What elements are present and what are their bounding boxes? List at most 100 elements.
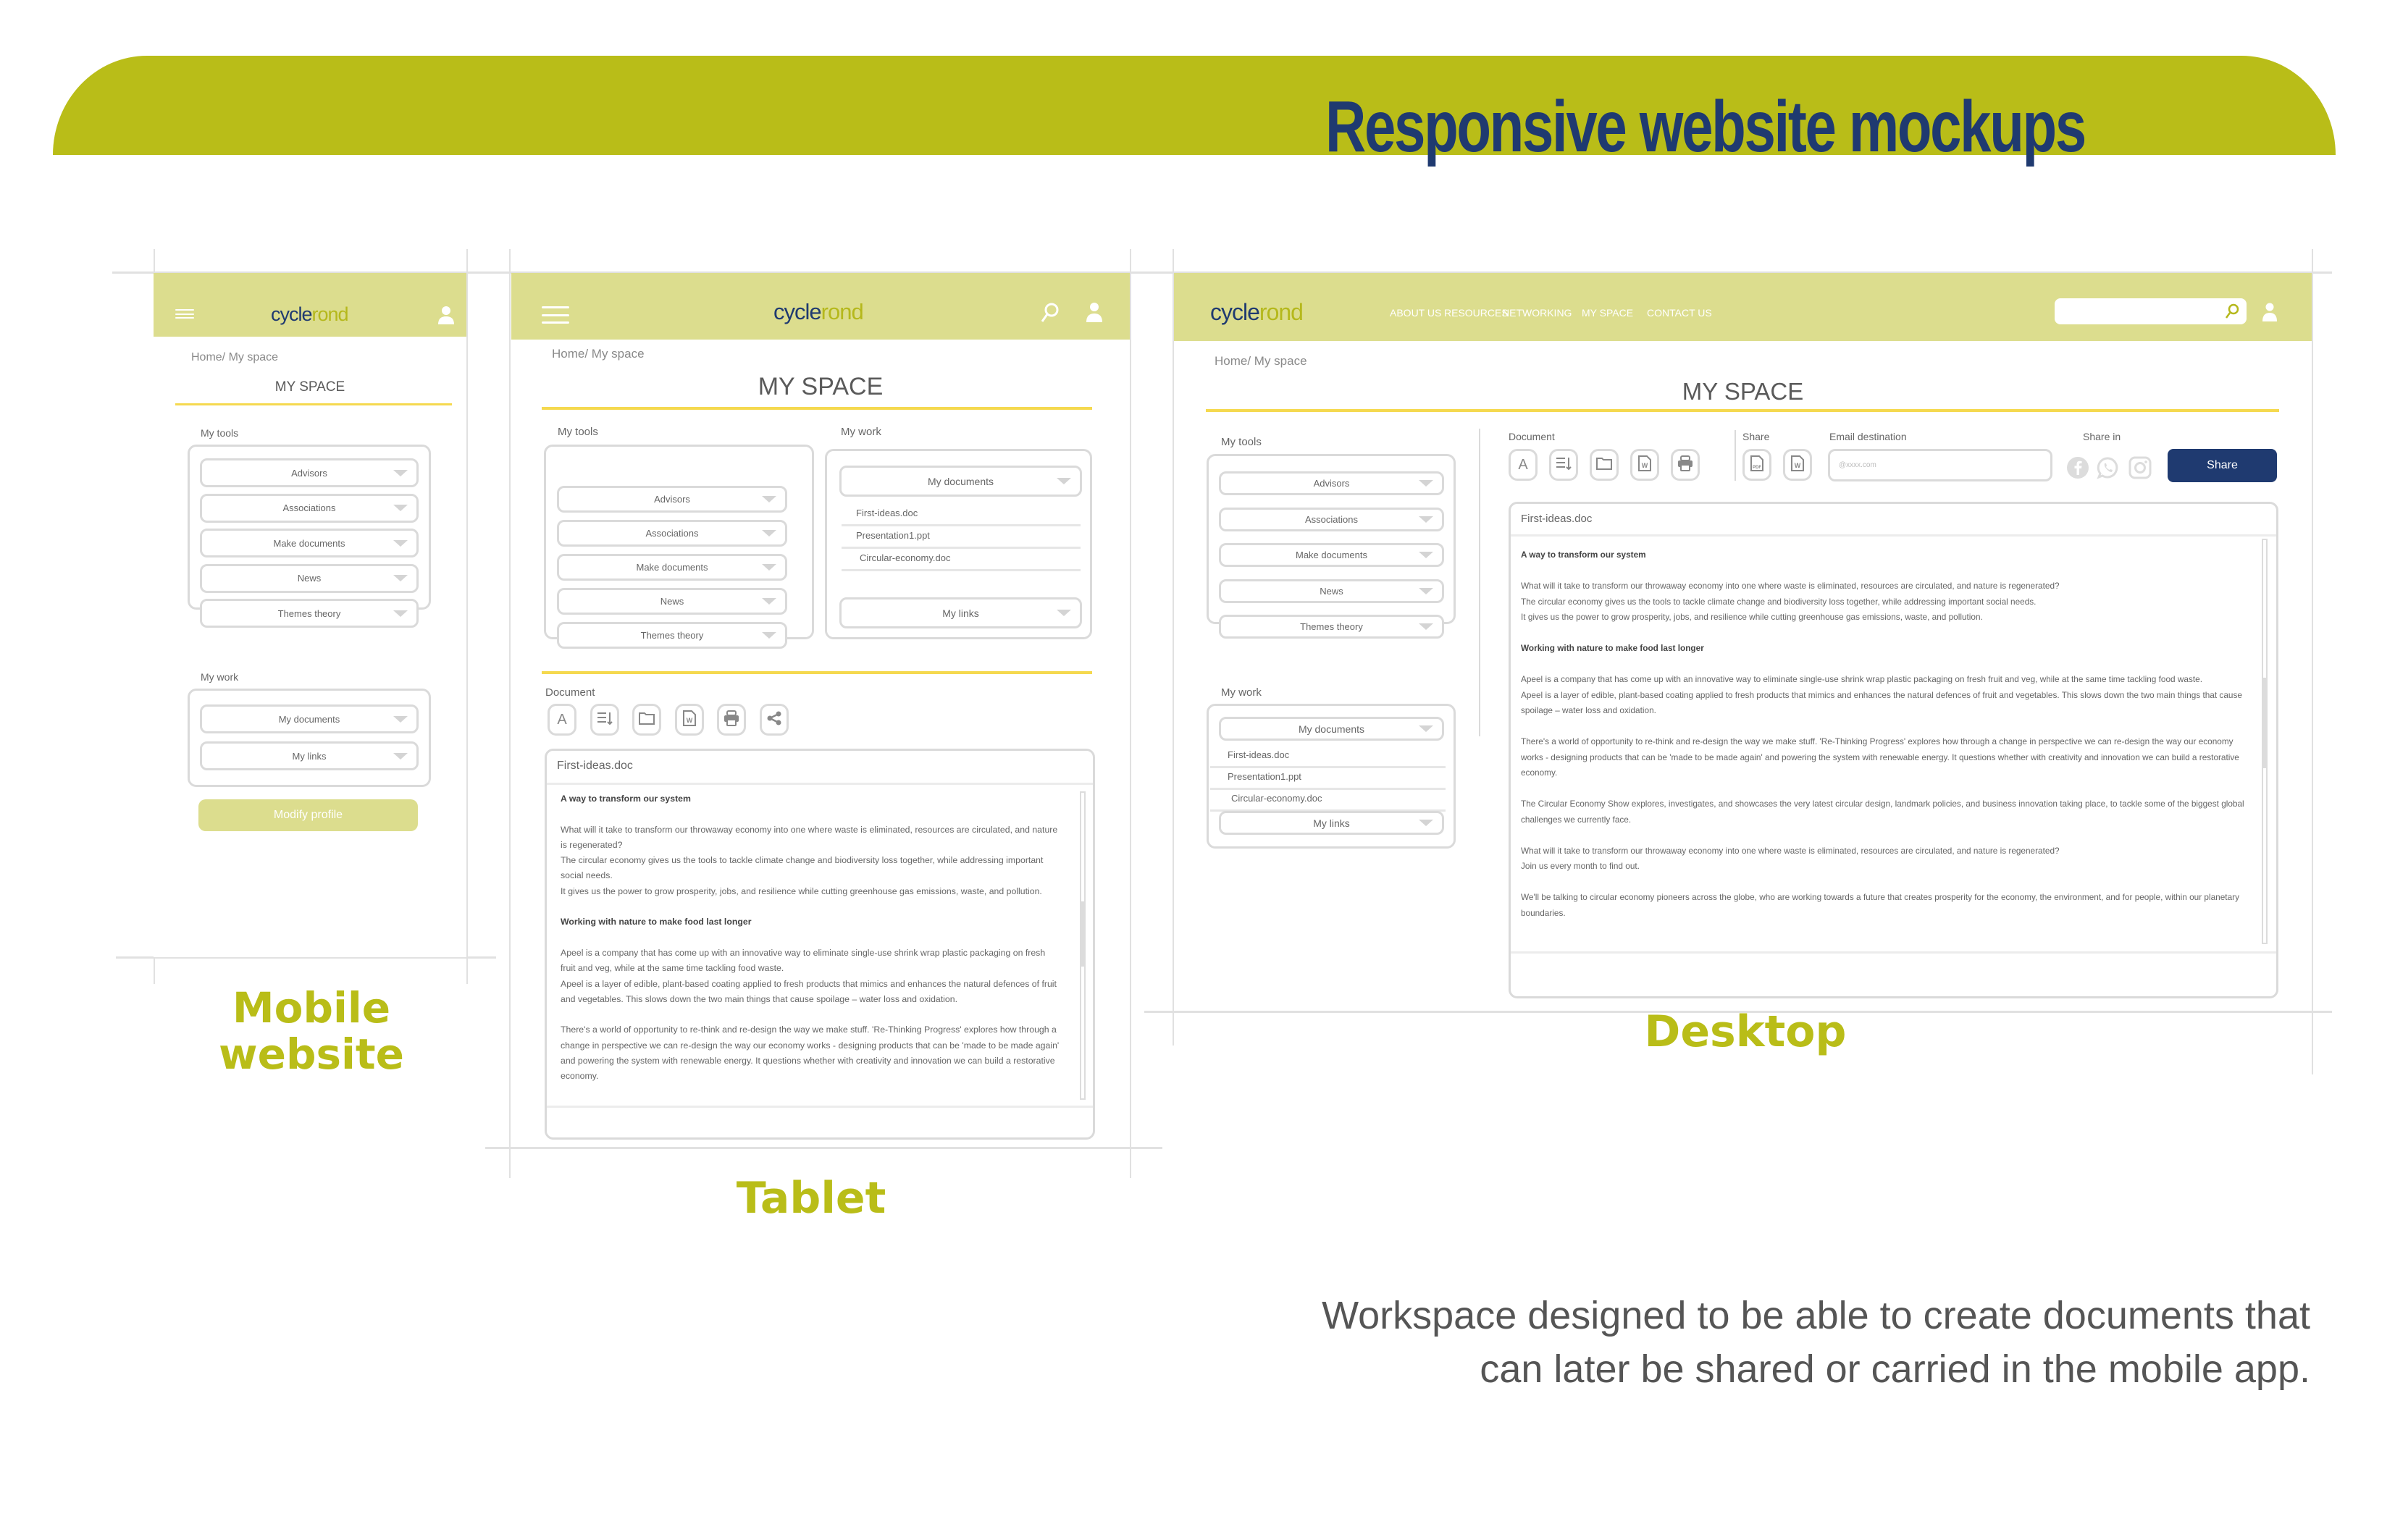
- editor-heading: Working with nature to make food last lo…: [561, 917, 752, 927]
- chevron-down-icon: [762, 530, 776, 537]
- tool-dropdown[interactable]: Themes theory: [557, 622, 787, 649]
- crop-mark: [509, 249, 511, 1178]
- tool-dropdown[interactable]: Make documents: [1219, 543, 1444, 567]
- dropdown-label: My documents: [1298, 723, 1365, 735]
- scrollbar-thumb[interactable]: [1081, 901, 1084, 967]
- document-list-item[interactable]: Presentation1.ppt: [842, 526, 1081, 549]
- nav-link-contact-us[interactable]: CONTACT US: [1647, 307, 1712, 319]
- dropdown-label: My links: [942, 607, 979, 619]
- chevron-down-icon: [1419, 587, 1433, 594]
- modify-profile-button[interactable]: Modify profile: [198, 799, 418, 831]
- chevron-down-icon: [393, 505, 408, 511]
- logo[interactable]: cyclerond: [1210, 299, 1304, 326]
- my-documents-dropdown[interactable]: My documents: [200, 704, 419, 733]
- nav-link-resources[interactable]: RESOURCES: [1444, 307, 1509, 319]
- tool-dropdown[interactable]: News: [1219, 578, 1444, 603]
- tool-dropdown[interactable]: Associations: [1219, 507, 1444, 531]
- instagram-icon[interactable]: [2128, 456, 2152, 479]
- title-underline: [1206, 409, 2279, 412]
- tool-dropdown[interactable]: Make documents: [557, 554, 787, 581]
- share-word-button[interactable]: W: [1783, 449, 1812, 481]
- logo[interactable]: cyclerond: [773, 299, 864, 325]
- document-list-item[interactable]: First-ideas.doc: [1210, 746, 1446, 768]
- document-list-item[interactable]: Circular-economy.doc: [842, 549, 1081, 571]
- dropdown-label: Themes theory: [277, 607, 341, 619]
- facebook-icon[interactable]: [2066, 456, 2089, 479]
- my-links-dropdown[interactable]: My links: [200, 741, 419, 770]
- editor-body[interactable]: A way to transform our system What will …: [561, 791, 1060, 1095]
- my-documents-dropdown[interactable]: My documents: [839, 466, 1082, 497]
- user-icon[interactable]: [1086, 302, 1103, 322]
- print-button[interactable]: [1671, 449, 1700, 481]
- editor-footer-divider: [547, 1106, 1093, 1108]
- tool-dropdown[interactable]: Advisors: [1219, 471, 1444, 495]
- nav-link-networking[interactable]: NETWORKING: [1502, 307, 1572, 319]
- document-list-item[interactable]: Circular-economy.doc: [1210, 790, 1446, 812]
- my-tools-label: My tools: [201, 427, 239, 439]
- user-icon[interactable]: [2262, 303, 2278, 321]
- document-editor[interactable]: First-ideas.doc A way to transform our s…: [1509, 502, 2278, 998]
- tool-dropdown[interactable]: Associations: [557, 520, 787, 547]
- document-list-item[interactable]: First-ideas.doc: [842, 504, 1081, 526]
- font-button[interactable]: A: [1509, 449, 1538, 481]
- whatsapp-icon[interactable]: [2097, 456, 2120, 479]
- nav-link-about-us[interactable]: ABOUT US: [1390, 307, 1441, 319]
- tool-dropdown[interactable]: Associations: [200, 493, 419, 523]
- my-links-dropdown[interactable]: My links: [1219, 811, 1444, 835]
- tool-dropdown[interactable]: Make documents: [200, 529, 419, 557]
- search-input[interactable]: [2055, 298, 2247, 324]
- desktop-navbar: cyclerond ABOUT US RESOURCES NETWORKING MY …: [1174, 273, 2312, 341]
- my-links-dropdown[interactable]: My links: [839, 597, 1082, 628]
- word-button[interactable]: W: [674, 704, 704, 736]
- tool-dropdown[interactable]: News: [200, 563, 419, 593]
- tool-dropdown[interactable]: Themes theory: [200, 599, 419, 628]
- sort-button[interactable]: [590, 704, 619, 736]
- font-icon: A: [1518, 456, 1528, 473]
- breadcrumb[interactable]: Home/ My space: [1215, 354, 1307, 369]
- share-pdf-button[interactable]: PDF: [1742, 449, 1771, 481]
- breadcrumb[interactable]: Home/ My space: [552, 347, 645, 361]
- svg-text:W: W: [1795, 462, 1801, 469]
- editor-filename: First-ideas.doc: [557, 760, 633, 772]
- share-button[interactable]: [759, 704, 789, 736]
- sort-button[interactable]: [1549, 449, 1578, 481]
- share-in-label: Share in: [2083, 431, 2121, 442]
- word-button[interactable]: W: [1630, 449, 1659, 481]
- editor-scrollbar[interactable]: [1080, 791, 1086, 1100]
- my-documents-dropdown[interactable]: My documents: [1219, 717, 1444, 741]
- tablet-document-editor[interactable]: First-ideas.doc A way to transform our s…: [545, 749, 1095, 1140]
- scrollbar-thumb[interactable]: [2263, 678, 2266, 768]
- share-button[interactable]: Share: [2168, 449, 2277, 482]
- hamburger-menu-icon[interactable]: [175, 309, 194, 319]
- nav-link-my-space[interactable]: MY SPACE: [1582, 307, 1633, 319]
- search-icon[interactable]: [2225, 303, 2239, 319]
- document-list-item[interactable]: Presentation1.ppt: [1210, 768, 1446, 790]
- folder-button[interactable]: [632, 704, 661, 736]
- dropdown-label: Themes theory: [1300, 621, 1363, 632]
- search-icon[interactable]: [1040, 302, 1060, 324]
- tool-dropdown[interactable]: Advisors: [200, 458, 419, 487]
- breadcrumb[interactable]: Home/ My space: [191, 351, 278, 364]
- chevron-down-icon: [762, 632, 776, 639]
- crop-mark: [485, 1147, 1162, 1149]
- editor-paragraph: The circular economy gives us the tools …: [561, 855, 1044, 881]
- desktop-label: Desktop: [1644, 1006, 1847, 1057]
- hamburger-menu-icon[interactable]: [542, 306, 569, 324]
- tool-dropdown[interactable]: Themes theory: [1219, 615, 1444, 639]
- font-button[interactable]: A: [548, 704, 576, 736]
- logo[interactable]: cyclerond: [271, 303, 349, 326]
- email-destination-input[interactable]: @xxxx.com: [1828, 449, 2052, 481]
- folder-button[interactable]: [1590, 449, 1619, 481]
- editor-heading: Working with nature to make food last lo…: [1521, 643, 1704, 653]
- editor-scrollbar[interactable]: [2262, 539, 2268, 944]
- user-icon[interactable]: [437, 306, 455, 324]
- editor-body[interactable]: A way to transform our system What will …: [1521, 547, 2245, 921]
- editor-paragraph: Apeel is a layer of edible, plant-based …: [1521, 689, 2242, 716]
- editor-paragraph: What will it take to transform our throw…: [1521, 845, 2060, 856]
- print-button[interactable]: [717, 704, 746, 736]
- page-title: MY SPACE: [1682, 378, 1804, 405]
- tool-dropdown[interactable]: News: [557, 588, 787, 615]
- editor-header-divider: [1511, 534, 2276, 537]
- tool-dropdown[interactable]: Advisors: [557, 486, 787, 513]
- chevron-down-icon: [1419, 820, 1433, 826]
